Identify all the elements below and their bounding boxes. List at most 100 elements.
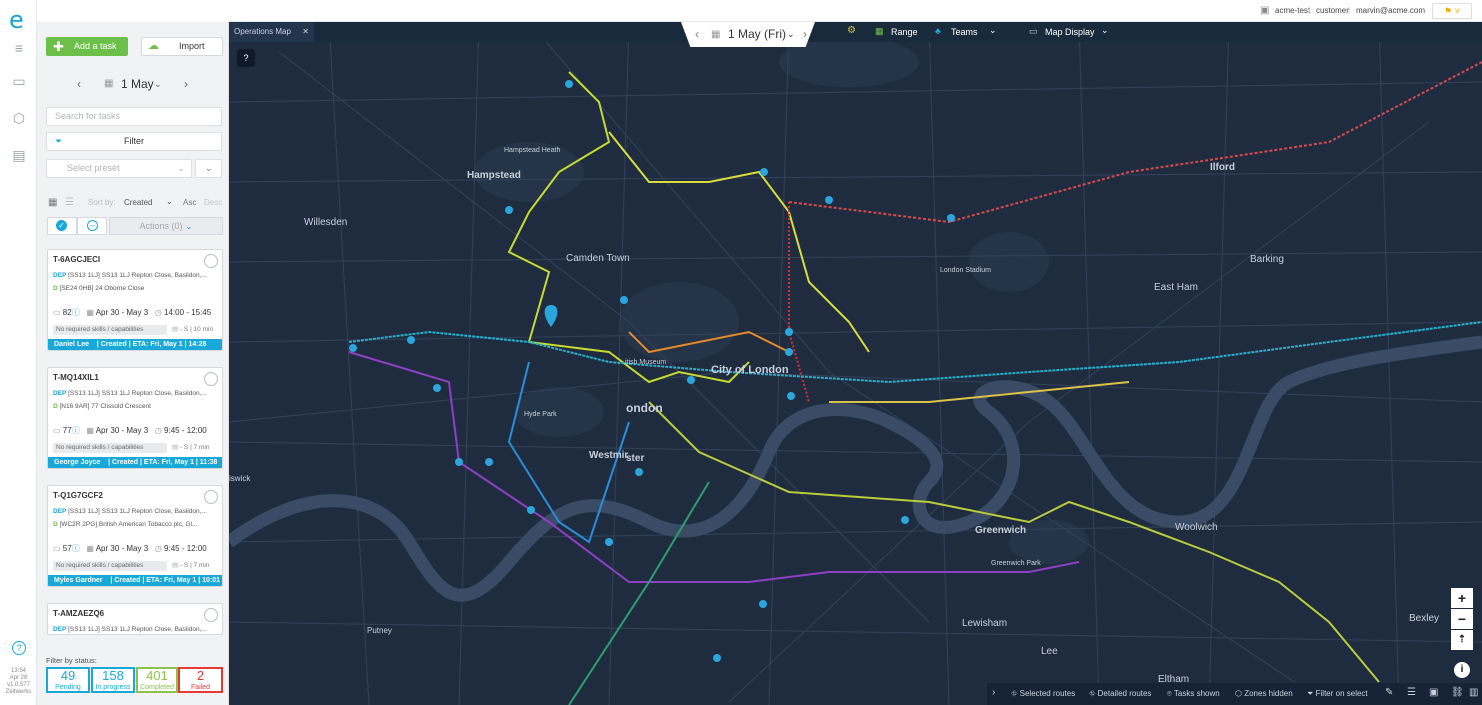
teams-icon: ♣ [935,26,941,36]
task-assignment-bar[interactable]: Myles Gardner | Created | ETA: Fri, May … [48,575,222,586]
task-time-window: 9:45 - 12:00 [164,426,207,435]
zoom-out-button[interactable]: − [1451,609,1473,629]
app-logo[interactable]: e [9,6,24,34]
chevron-down-icon[interactable]: ⌄ [989,25,997,36]
user-email[interactable]: marvin@acme.com [1356,6,1425,15]
map-canvas[interactable]: Hampstead Willesden Camden Town City of … [229,22,1482,705]
route-line[interactable] [348,351,1080,583]
chevron-right-icon[interactable]: › [992,687,995,698]
task-assignment-bar[interactable]: George Joyce | Created | ETA: Fri, May 1… [48,457,222,468]
zoom-in-button[interactable]: + [1451,588,1473,608]
box-nav-icon[interactable]: ⬡ [11,110,27,126]
help-icon[interactable]: ? [237,49,255,67]
preset-options-button[interactable]: ⌄ [195,159,222,178]
task-duration: ▤ - S | 10 min [172,325,213,333]
language-select[interactable]: ⚑ ˅ [1432,3,1472,19]
next-day-icon[interactable]: › [803,22,807,47]
tab-operations-map[interactable]: Operations Map ✕ [229,22,314,42]
task-stops[interactable] [349,80,955,662]
place-label: Lewisham [962,618,1007,629]
compass-reset-button[interactable]: ⇡ [1451,630,1473,650]
task-card[interactable]: T-Q1G7GCF2 DEP [SS13 1LJ] SS13 1LJ Repton… [47,485,223,587]
task-destination: D [N16 9AR] 77 Clissold Crescent [53,403,151,410]
task-card[interactable]: T-AMZAEZQ6 DEP [SS13 1LJ] SS13 1LJ Repton… [47,603,223,635]
status-in-progress[interactable]: 158 In progress [91,667,135,693]
filter-button[interactable]: ⏷ Filter [46,132,222,151]
sort-desc[interactable]: Desc [204,198,222,207]
task-select-checkbox[interactable] [204,490,218,504]
help-icon[interactable]: ? [12,641,26,655]
list-view-icon[interactable]: ☰ [65,197,74,208]
tasks-shown-toggle[interactable]: ⌾ Tasks shown [1167,689,1220,699]
calendar-icon: ▦ [86,544,96,553]
map-toolbar: Operations Map ✕ ? ‹ ▦ 1 May (Fri) ⌄ › ⚙… [229,22,1482,67]
depot-marker-icon[interactable] [544,305,558,327]
task-card[interactable]: T-MQ14XIL1 DEP [SS13 1LJ] SS13 1LJ Repton… [47,367,223,469]
import-button[interactable]: ☁ Import [141,37,223,56]
range-button[interactable]: Range [891,27,918,37]
task-select-checkbox[interactable] [204,372,218,386]
chevron-down-icon[interactable]: ⌄ [1101,25,1109,36]
map-date-selector[interactable]: ‹ ▦ 1 May (Fri) ⌄ › [681,22,815,47]
filter-label: Filter [124,136,144,146]
status-count: 2 [196,668,205,683]
chevron-down-icon[interactable]: ⌄ [154,74,162,94]
list-icon[interactable]: ☰ [1407,687,1416,698]
info-icon[interactable]: i [1454,662,1470,678]
task-driver: Myles Gardner [54,577,103,584]
layout-icon[interactable]: ▥ [1469,687,1478,698]
version-line: v1.0.577 [6,682,31,688]
task-assignment-bar[interactable]: Daniel Lee | Created | ETA: Fri, May 1 |… [48,339,222,350]
teams-button[interactable]: Teams [951,27,978,37]
map-display-button[interactable]: Map Display [1045,27,1095,37]
route-line[interactable] [788,61,1482,224]
link-icon[interactable]: ⛓ [1451,687,1464,698]
zones-hidden-toggle[interactable]: ⬡ Zones hidden [1235,689,1293,698]
draw-icon[interactable]: ✎ [1385,687,1393,698]
prev-day-icon[interactable]: ‹ [77,74,81,94]
sort-label: Sort by: [88,198,116,207]
actions-dropdown[interactable]: Actions (0) ⌄ [109,217,223,235]
place-label: Ilford [1210,162,1235,173]
task-select-checkbox[interactable] [204,254,218,268]
sort-asc[interactable]: Asc [183,198,196,207]
task-card[interactable]: T-6AGCJECI DEP [SS13 1LJ] SS13 1LJ Repton… [47,249,223,351]
map-nav-icon[interactable]: ▭ [11,73,27,89]
account-role: customer [1316,6,1349,15]
chevron-down-icon[interactable]: ⌄ [166,197,173,206]
menu-icon[interactable]: ≡ [11,40,27,56]
grid-view-icon[interactable]: ▦ [48,197,57,208]
check-circle-icon: ✓ [56,220,67,231]
detailed-routes-toggle[interactable]: ⛗ Detailed routes [1089,689,1151,699]
status-pending[interactable]: 49 Pending [46,667,90,693]
store-nav-icon[interactable]: ▤ [11,147,27,163]
sort-value[interactable]: Created [124,198,152,207]
version-line: Apr 28 [9,675,28,681]
task-size: 82 [62,308,72,317]
select-all-button[interactable]: ✓ [47,217,77,235]
filter-on-select-toggle[interactable]: ⏷ Filter on select [1307,689,1368,699]
next-day-icon[interactable]: › [184,74,188,94]
account-name[interactable]: acme-test [1275,6,1310,15]
truck-icon: ▤ [172,444,180,451]
current-date[interactable]: 1 May [121,74,154,94]
close-icon[interactable]: ✕ [302,22,309,42]
status-label: Pending [55,684,81,691]
status-failed[interactable]: 2 Failed [178,667,223,693]
search-input[interactable]: Search for tasks [46,107,222,126]
deselect-button[interactable]: – [77,217,107,235]
operations-map[interactable]: Hampstead Willesden Camden Town City of … [229,22,1482,705]
selected-routes-toggle[interactable]: ⛗ Selected routes [1011,689,1075,699]
image-icon[interactable]: ▣ [1429,687,1438,698]
chevron-down-icon[interactable]: ⌄ [787,22,795,47]
settings-gear-icon[interactable]: ⚙ [847,25,856,36]
task-select-checkbox[interactable] [204,608,218,622]
preset-select[interactable]: Select preset ⌄ [46,159,192,178]
task-departure: DEP [SS13 1LJ] SS13 1LJ Repton Close, Ba… [53,626,207,633]
route-line[interactable] [788,202,810,403]
task-destination: D [WC2R 2PG] British American Tobacco pl… [53,521,198,528]
status-completed[interactable]: 401 Completed [136,667,178,693]
add-task-button[interactable]: ✚ Add a task [46,37,128,56]
prev-day-icon[interactable]: ‹ [695,22,699,47]
place-label: Willesden [304,217,347,228]
